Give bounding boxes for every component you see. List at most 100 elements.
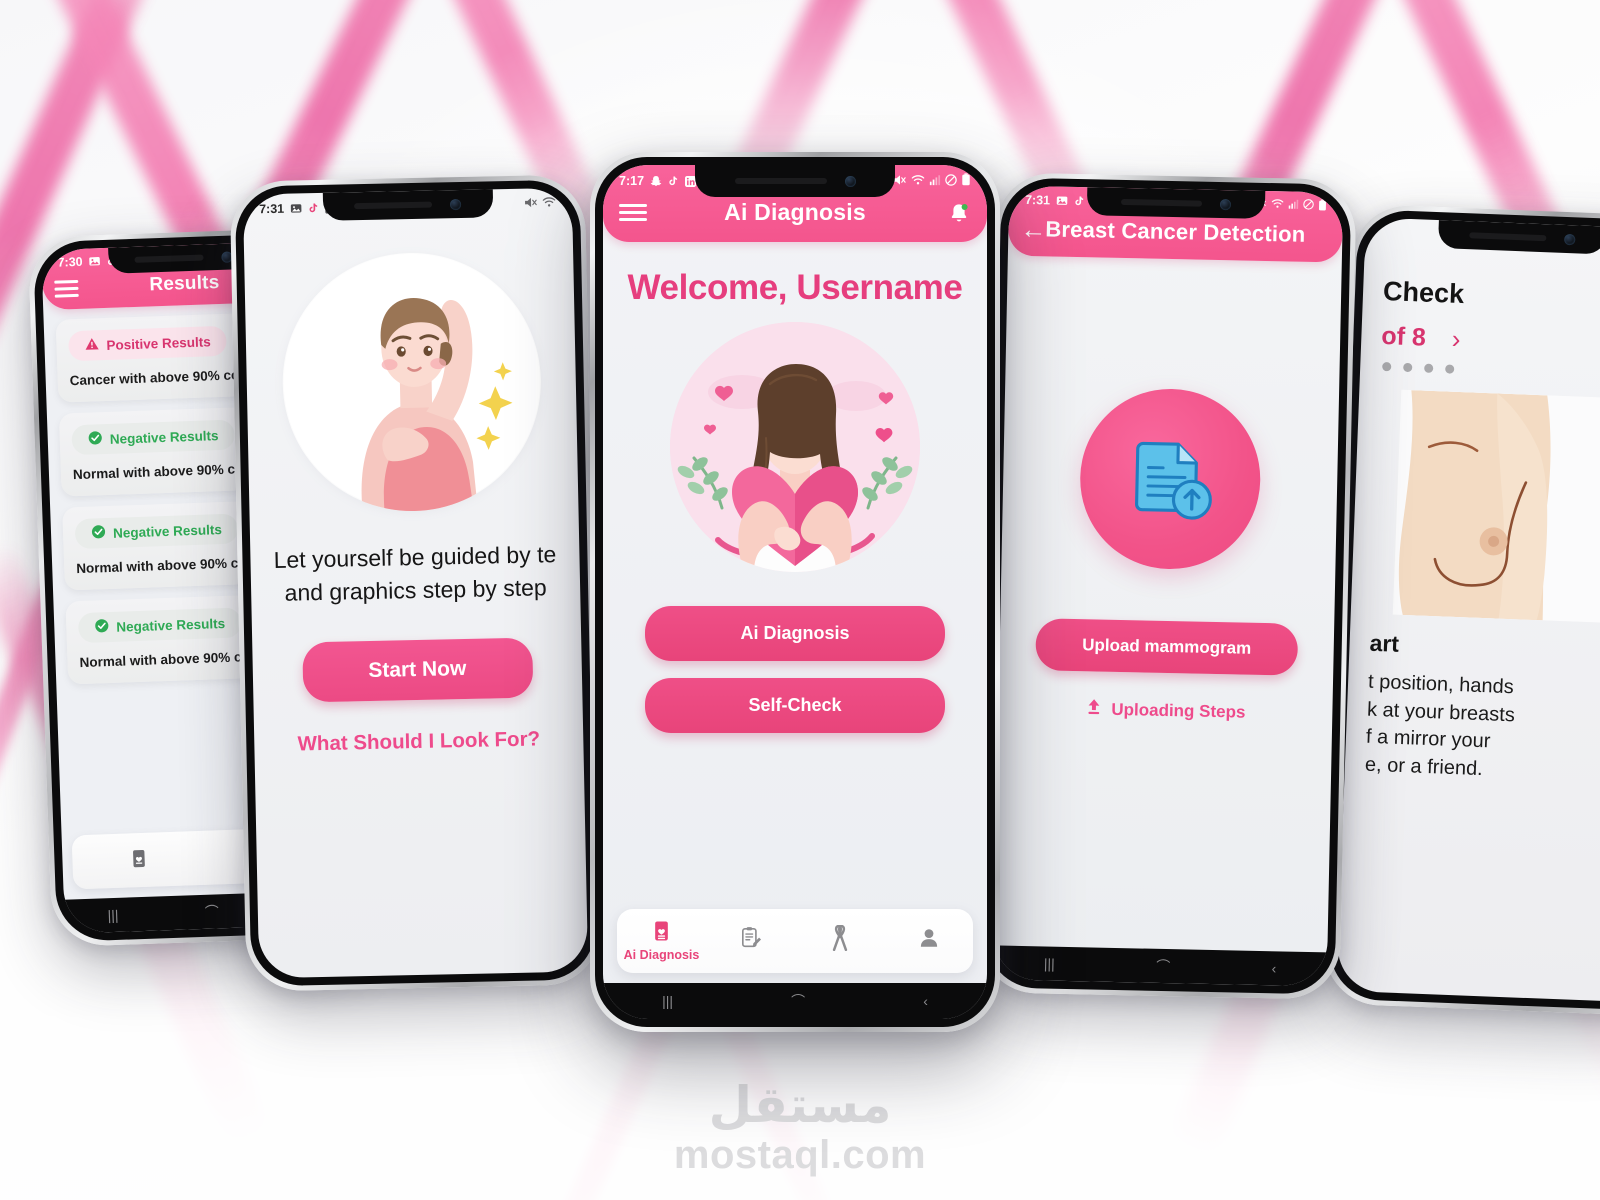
what-should-i-look-for-link[interactable]: What Should I Look For? [254, 727, 583, 758]
chevron-right-icon[interactable]: › [1451, 324, 1461, 355]
statusbar-right [893, 173, 971, 189]
self-check-button[interactable]: Self-Check [645, 678, 945, 733]
section-body: t position, hands k at your breasts f a … [1364, 669, 1600, 791]
front-camera [1564, 233, 1576, 245]
signal-icon [929, 174, 941, 189]
back-arrow-icon[interactable]: ← [1020, 214, 1047, 245]
tab-ai-diagnosis[interactable] [72, 847, 205, 874]
front-camera [450, 198, 462, 210]
statusbar-time: 7:31 [258, 201, 285, 217]
status-badge: Negative Results [77, 607, 242, 644]
phone-upload: 7:31 ← Breast Cancer Detection Upload ma… [979, 172, 1357, 1000]
status-badge-label: Negative Results [112, 521, 223, 541]
watermark-latin: mostaql.com [673, 1133, 927, 1177]
tab-results[interactable] [706, 926, 795, 956]
step-dot[interactable] [1403, 362, 1413, 373]
welcome-heading: Welcome, Username [627, 268, 963, 307]
photos-icon [1056, 195, 1068, 207]
phone5-screen: Check of 8 › art t position, hands k at … [1336, 217, 1600, 1003]
wifi-icon [911, 174, 925, 189]
guide-headline-line2: and graphics step by step [284, 573, 547, 606]
battery-icon [1318, 198, 1327, 214]
tiktok-icon [668, 175, 679, 187]
signal-icon [1288, 198, 1299, 212]
page-title: Breast Cancer Detection [1045, 216, 1306, 247]
phone2-notch [322, 189, 493, 221]
phone3-tabbar: Ai Diagnosis [617, 909, 973, 973]
earpiece-speaker [734, 178, 827, 184]
step-indicator-row: of 8 › [1381, 321, 1600, 363]
diagnosis-heart-icon [652, 920, 671, 945]
person-profile-icon [918, 926, 940, 953]
diagnosis-heart-icon [130, 849, 148, 872]
notification-bell-icon[interactable] [943, 201, 971, 225]
breast-self-exam-diagram [1392, 389, 1600, 624]
tab-label: Ai Diagnosis [623, 948, 700, 962]
watermark: مستقل mostaql.com [0, 1075, 1600, 1179]
tiktok-icon [308, 202, 319, 214]
earpiece-speaker [353, 201, 433, 210]
status-badge: Negative Results [74, 513, 239, 550]
mute-icon [893, 174, 907, 189]
uploading-steps-link[interactable]: Uploading Steps [998, 695, 1332, 725]
statusbar-time: 7:30 [57, 254, 83, 270]
hamburger-menu-icon[interactable] [54, 279, 79, 298]
phone5-bezel: Check of 8 › art t position, hands k at … [1327, 208, 1600, 1012]
check-circle-icon [94, 618, 110, 637]
tab-awareness[interactable] [795, 924, 884, 957]
phone4-bezel: 7:31 ← Breast Cancer Detection Upload ma… [984, 177, 1352, 995]
statusbar-left: 7:17 [619, 174, 697, 188]
woman-hugging-heart-illustration [670, 322, 920, 572]
ai-diagnosis-button[interactable]: Ai Diagnosis [645, 606, 945, 661]
phone4-screen: 7:31 ← Breast Cancer Detection Upload ma… [992, 185, 1344, 987]
statusbar-time: 7:31 [1024, 192, 1051, 208]
step-dot[interactable] [1424, 363, 1434, 373]
earpiece-speaker [1469, 232, 1547, 242]
tiktok-icon [1074, 195, 1085, 207]
statusbar-time: 7:17 [619, 174, 645, 188]
battery-icon [961, 173, 971, 189]
phone3-notch [695, 165, 895, 197]
back-button[interactable]: ‹ [1271, 960, 1276, 976]
recents-button[interactable]: ||| [1044, 955, 1055, 971]
start-now-button[interactable]: Start Now [301, 637, 533, 703]
upload-icon [1085, 697, 1102, 720]
step-counter: of 8 [1380, 321, 1427, 352]
phone2-screen: 7:31 Let yourself be guided by te and gr… [242, 187, 589, 979]
tab-profile[interactable] [884, 926, 973, 956]
step-dot[interactable] [1445, 364, 1455, 374]
phone4-system-navbar: ||| ⌒ ‹ [992, 945, 1328, 987]
phone3-bezel: 7:17 Ai Diagnosis Welcome, Username Ai D… [595, 157, 995, 1027]
upload-mammogram-button[interactable]: Upload mammogram [1035, 618, 1299, 676]
page-title: Ai Diagnosis [724, 199, 866, 225]
tab-ai-diagnosis[interactable]: Ai Diagnosis [617, 920, 706, 962]
status-badge-label: Negative Results [116, 615, 226, 635]
home-button[interactable]: ⌒ [204, 901, 220, 921]
warning-triangle-icon [84, 336, 100, 355]
statusbar-right [524, 195, 556, 211]
phone3-screen: 7:17 Ai Diagnosis Welcome, Username Ai D… [603, 165, 987, 1019]
front-camera [1220, 198, 1232, 210]
watermark-arabic: مستقل [708, 1075, 892, 1134]
status-badge-label: Positive Results [106, 333, 211, 353]
phone4-notch [1086, 187, 1266, 219]
phone-self-check: Check of 8 › art t position, hands k at … [1322, 203, 1600, 1017]
back-button[interactable]: ‹ [923, 993, 928, 1009]
photos-icon [290, 202, 302, 214]
step-dots [1382, 361, 1600, 382]
guide-headline: Let yourself be guided by te and graphic… [250, 538, 580, 610]
self-check-title: Check [1382, 275, 1465, 310]
recents-button[interactable]: ||| [662, 993, 673, 1009]
recents-button[interactable]: ||| [107, 907, 118, 923]
status-badge: Negative Results [71, 419, 236, 456]
home-button[interactable]: ⌒ [1156, 956, 1170, 976]
snapchat-icon [650, 175, 662, 187]
document-upload-icon [1078, 387, 1263, 571]
step-dot[interactable] [1382, 361, 1392, 372]
mute-icon [524, 196, 538, 211]
dnd-icon [945, 173, 957, 189]
hamburger-menu-icon[interactable] [619, 204, 647, 221]
home-button[interactable]: ⌒ [791, 991, 805, 1011]
status-badge-label: Negative Results [109, 427, 219, 447]
phone-ai-diagnosis: 7:17 Ai Diagnosis Welcome, Username Ai D… [590, 152, 1000, 1032]
